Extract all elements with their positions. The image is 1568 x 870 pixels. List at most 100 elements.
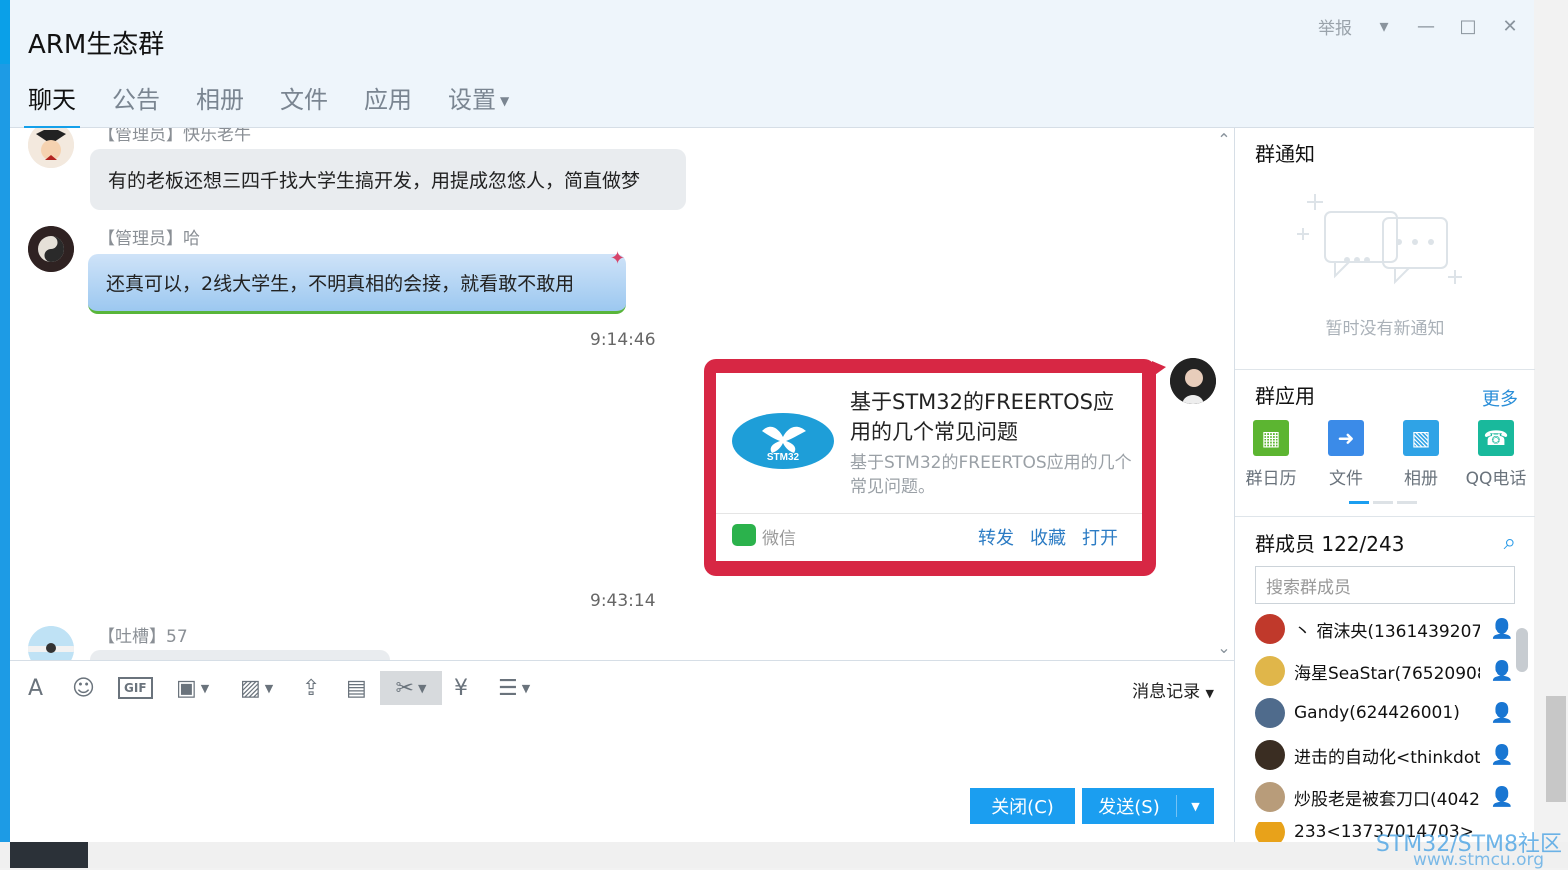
tab-settings[interactable]: 设置▼ <box>448 80 509 127</box>
red-packet-icon[interactable]: ¥ <box>454 671 468 705</box>
more-tools-icon[interactable]: ☰▼ <box>498 671 530 705</box>
chat-window: ARM生态群 举报 ▾ — □ ✕ 聊天 公告 相册 文件 应用 设置▼ ⌃ 【… <box>0 0 1534 842</box>
open-link[interactable]: 打开 <box>1082 524 1118 550</box>
sender-name: 【管理员】哈 <box>98 224 200 249</box>
page-scrollbar[interactable] <box>1546 696 1566 802</box>
member-row[interactable]: 炒股老是被套刀口(4042 👤 <box>1255 780 1515 814</box>
tab-album[interactable]: 相册 <box>196 80 244 127</box>
stm32-logo: STM32 <box>732 413 834 469</box>
avatar[interactable] <box>1170 358 1216 404</box>
member-role-icon: 👤 <box>1490 786 1512 808</box>
wechat-icon <box>732 524 756 546</box>
svg-text:STM32: STM32 <box>767 452 800 463</box>
screenshot-icon[interactable]: ✂▼ <box>380 671 442 705</box>
share-card-title[interactable]: 基于STM32的FREERTOS应用的几个常见问题 <box>850 387 1134 447</box>
app-album[interactable]: ▧ 相册 <box>1386 420 1456 489</box>
members-heading: 群成员 122/243 <box>1255 528 1404 557</box>
scroll-down-icon[interactable]: ⌄ <box>1214 638 1234 657</box>
title-bar: ARM生态群 举报 ▾ — □ ✕ 聊天 公告 相册 文件 应用 设置▼ <box>10 0 1534 128</box>
scroll-up-icon[interactable]: ⌃ <box>1214 130 1234 149</box>
tab-bar: 聊天 公告 相册 文件 应用 设置▼ <box>28 80 509 127</box>
empty-notice-illustration <box>1295 192 1465 306</box>
gif-icon[interactable]: GIF <box>118 671 153 705</box>
tab-files[interactable]: 文件 <box>280 80 328 127</box>
avatar <box>1255 822 1285 842</box>
image-icon[interactable]: ▨▼ <box>240 671 273 705</box>
window-edge <box>0 0 10 842</box>
watermark-url: www.stmcu.org <box>1413 850 1544 870</box>
share-card-frame: STM32 基于STM32的FREERTOS应用的几个常见问题 基于STM32的… <box>704 359 1156 576</box>
close-button[interactable]: 关闭(C) <box>970 788 1075 824</box>
chevron-down-icon[interactable]: ▾ <box>1374 16 1394 37</box>
forward-link[interactable]: 转发 <box>978 524 1014 550</box>
avatar[interactable] <box>28 226 74 272</box>
member-role-icon: 👤 <box>1490 702 1512 724</box>
maximize-icon[interactable]: □ <box>1458 16 1478 37</box>
minimize-icon[interactable]: — <box>1416 16 1436 37</box>
avatar[interactable] <box>28 128 74 168</box>
member-row[interactable]: 海星SeaStar(765209088) 👤 <box>1255 654 1515 688</box>
message-bubble[interactable] <box>90 650 390 660</box>
window-controls: 举报 ▾ — □ ✕ <box>1318 14 1520 39</box>
calendar-icon: ▦ <box>1253 420 1289 456</box>
kite-icon: ✦ <box>610 248 625 269</box>
upload-icon[interactable]: ⇪ <box>302 671 320 705</box>
search-icon[interactable]: ⌕ <box>1504 530 1516 555</box>
avatar <box>1255 656 1285 686</box>
app-calendar[interactable]: ▦ 群日历 <box>1236 420 1306 489</box>
avatar <box>1255 698 1285 728</box>
close-icon[interactable]: ✕ <box>1500 16 1520 37</box>
message-input[interactable]: 关闭(C) 发送(S) ▼ <box>10 712 1234 842</box>
member-role-icon: 👤 <box>1490 660 1512 682</box>
share-card-source: 微信 <box>762 524 796 549</box>
font-icon[interactable]: A <box>28 671 43 705</box>
photo-icon: ▧ <box>1403 420 1439 456</box>
timestamp: 9:14:46 <box>590 330 656 350</box>
timestamp: 9:43:14 <box>590 591 656 611</box>
caret-down-icon: ▼ <box>1206 687 1214 700</box>
apps-heading: 群应用 <box>1255 380 1315 409</box>
more-apps-link[interactable]: 更多 <box>1482 385 1518 411</box>
avatar[interactable] <box>28 626 74 660</box>
avatar <box>1255 614 1285 644</box>
gift-icon[interactable]: ▤ <box>346 671 367 705</box>
video-icon[interactable]: ▣▼ <box>176 671 209 705</box>
tab-announcement[interactable]: 公告 <box>112 80 160 127</box>
sender-name: 【吐槽】57 <box>98 622 188 647</box>
avatar <box>1255 740 1285 770</box>
tab-chat[interactable]: 聊天 <box>28 80 76 127</box>
send-label[interactable]: 发送(S) <box>1082 793 1176 819</box>
message-history-button[interactable]: 消息记录 ▼ <box>1132 677 1214 702</box>
member-list-scrollbar[interactable] <box>1516 628 1528 672</box>
message-bubble[interactable]: 有的老板还想三四千找大学生搞开发，用提成忽悠人，简直做梦 <box>90 149 686 210</box>
favorite-link[interactable]: 收藏 <box>1030 524 1066 550</box>
report-button[interactable]: 举报 <box>1318 14 1352 39</box>
app-qq-call[interactable]: ☎ QQ电话 <box>1461 420 1531 489</box>
tab-apps[interactable]: 应用 <box>364 80 412 127</box>
apps-pager[interactable] <box>1349 501 1417 504</box>
caret-down-icon: ▼ <box>500 94 509 108</box>
send-button[interactable]: 发送(S) ▼ <box>1082 788 1214 824</box>
avatar <box>1255 782 1285 812</box>
share-card[interactable]: STM32 基于STM32的FREERTOS应用的几个常见问题 基于STM32的… <box>716 373 1142 561</box>
app-files[interactable]: ➜ 文件 <box>1311 420 1381 489</box>
message-bubble[interactable]: 还真可以，2线大学生，不明真相的会接，就看敢不敢用 <box>88 254 626 314</box>
message-list[interactable]: ⌃ 【管理员】快乐老牛 有的老板还想三四千找大学生搞开发，用提成忽悠人，简直做梦… <box>10 128 1234 660</box>
share-card-description: 基于STM32的FREERTOS应用的几个常见问题。 <box>850 451 1134 499</box>
group-sidebar: 群通知 暂时没有新通知 群应用 更多 ▦ 群日历 <box>1234 128 1534 842</box>
file-icon: ➜ <box>1328 420 1364 456</box>
background-window <box>0 842 1568 868</box>
sender-name: 【管理员】快乐老牛 <box>98 128 251 145</box>
phone-icon: ☎ <box>1478 420 1514 456</box>
member-search-input[interactable]: 搜索群成员 <box>1255 566 1515 604</box>
share-card-footer: 微信 转发 收藏 打开 <box>716 513 1142 561</box>
member-row[interactable]: Gandy(624426001) 👤 <box>1255 696 1515 730</box>
group-title: ARM生态群 <box>28 24 164 61</box>
member-row[interactable]: 丶 宿沫央(1361439207) 👤 <box>1255 612 1515 646</box>
notice-empty-text: 暂时没有新通知 <box>1235 314 1535 339</box>
emoji-icon[interactable]: ☺ <box>72 671 95 705</box>
member-row[interactable]: 进击的自动化<thinkdote 👤 <box>1255 738 1515 772</box>
notice-heading: 群通知 <box>1255 138 1315 167</box>
input-toolbar: A ☺ GIF ▣▼ ▨▼ ⇪ ▤ ✂▼ ¥ ☰▼ 消息记录 ▼ <box>10 660 1234 712</box>
send-options-icon[interactable]: ▼ <box>1177 800 1214 813</box>
